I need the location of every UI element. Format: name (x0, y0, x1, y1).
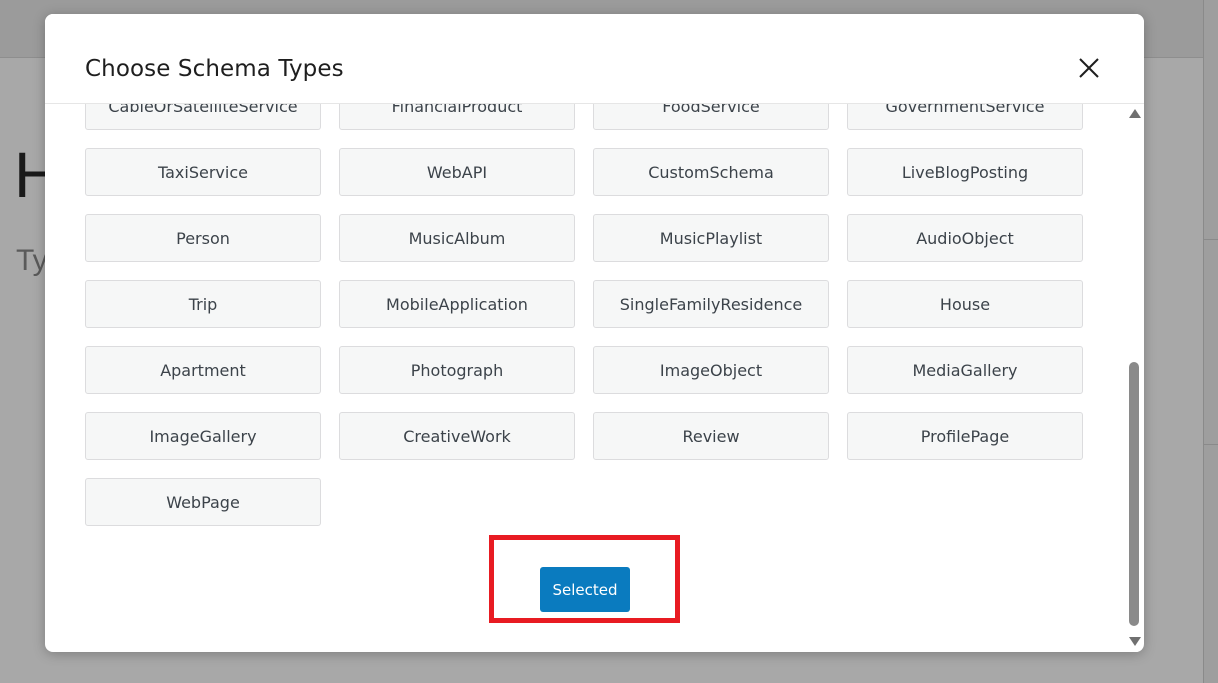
schema-type-button[interactable]: FoodService (593, 104, 829, 130)
schema-type-button[interactable]: CustomSchema (593, 148, 829, 196)
schema-type-button[interactable]: SingleFamilyResidence (593, 280, 829, 328)
scroll-up-arrow-icon[interactable] (1129, 109, 1141, 118)
modal-body: CableOrSatelliteService FinancialProduct F… (45, 104, 1144, 652)
schema-type-button[interactable]: MobileApplication (339, 280, 575, 328)
modal-scrollbar[interactable] (1126, 104, 1142, 652)
choose-schema-modal: Choose Schema Types CableOrSatelliteServ… (45, 14, 1144, 652)
modal-title: Choose Schema Types (85, 56, 344, 82)
scroll-thumb[interactable] (1129, 362, 1139, 626)
schema-type-button[interactable]: FinancialProduct (339, 104, 575, 130)
schema-type-button[interactable]: GovernmentService (847, 104, 1083, 130)
schema-type-button[interactable]: CableOrSatelliteService (85, 104, 321, 130)
background-right-panel (1203, 0, 1218, 683)
close-icon (1079, 58, 1099, 78)
schema-type-button[interactable]: TaxiService (85, 148, 321, 196)
schema-type-button[interactable]: Person (85, 214, 321, 262)
schema-type-button[interactable]: ProfilePage (847, 412, 1083, 460)
schema-type-button[interactable]: MusicPlaylist (593, 214, 829, 262)
modal-header: Choose Schema Types (45, 14, 1144, 104)
background-subtext: Ty (16, 244, 48, 277)
schema-type-button[interactable]: ImageGallery (85, 412, 321, 460)
schema-type-button[interactable]: LiveBlogPosting (847, 148, 1083, 196)
schema-type-button[interactable]: Photograph (339, 346, 575, 394)
schema-type-button[interactable]: Review (593, 412, 829, 460)
scroll-down-arrow-icon[interactable] (1129, 637, 1141, 646)
schema-type-button[interactable]: AudioObject (847, 214, 1083, 262)
schema-type-button[interactable]: CreativeWork (339, 412, 575, 460)
selected-button[interactable]: Selected (540, 567, 630, 612)
close-button[interactable] (1075, 54, 1103, 82)
schema-type-button[interactable]: Trip (85, 280, 321, 328)
schema-type-button[interactable]: WebAPI (339, 148, 575, 196)
schema-type-button[interactable]: Apartment (85, 346, 321, 394)
schema-type-button[interactable]: MusicAlbum (339, 214, 575, 262)
schema-type-button[interactable]: WebPage (85, 478, 321, 526)
schema-type-button[interactable]: MediaGallery (847, 346, 1083, 394)
schema-type-button[interactable]: ImageObject (593, 346, 829, 394)
schema-type-button[interactable]: House (847, 280, 1083, 328)
